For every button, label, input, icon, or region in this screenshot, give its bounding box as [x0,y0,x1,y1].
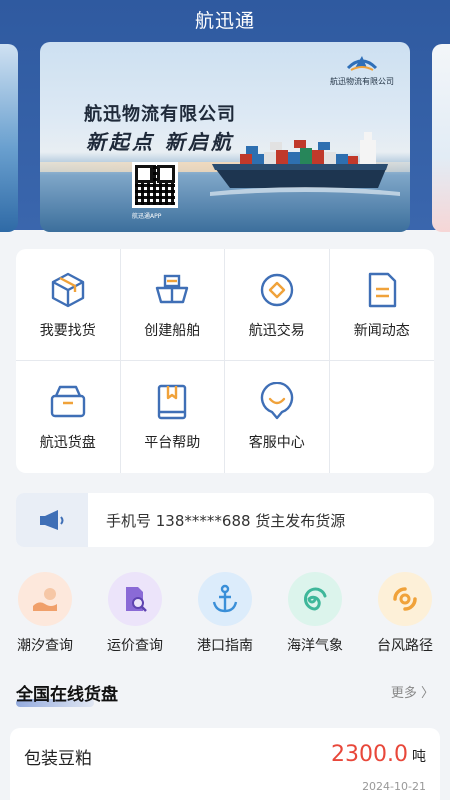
menu-label: 我要找货 [39,322,96,339]
menu-label: 创建船舶 [144,322,201,339]
cargo-date: 2024-10-21 [362,780,426,793]
menu-news[interactable]: 新闻动态 [329,249,434,361]
diamond-coin-icon [260,273,293,306]
quick-tide[interactable]: 潮汐查询 [0,572,90,655]
logo-sail-icon [346,56,378,71]
menu-label: 平台帮助 [144,435,201,451]
menu-help[interactable]: 平台帮助 [121,361,225,473]
cargo-name: 包装豆粕 [24,749,92,769]
quick-price[interactable]: 运价查询 [90,572,180,655]
carousel-next-banner[interactable] [432,44,450,232]
ship-icon [156,274,189,303]
section-header: 全国在线货盘 更多 〉 [16,678,434,708]
anchor-icon [198,572,252,626]
menu-customer-service[interactable]: 客服中心 [225,361,330,473]
menu-trade[interactable]: 航迅交易 [225,249,330,361]
notice-icon-box [16,493,88,547]
tide-icon [18,572,72,626]
cargo-price: 2300.0 吨 [331,742,426,767]
logo-company-name: 航迅物流有限公司 [330,77,394,86]
banner-carousel[interactable]: 航迅物流有限公司 航迅物流有限公司 新起点 新启航 航迅通APP [40,42,410,232]
menu-create-ship[interactable]: 创建船舶 [120,249,225,361]
cargo-ship-illustration [210,132,400,196]
qr-caption: 航迅通APP [132,213,162,220]
menu-label: 新闻动态 [353,322,410,339]
notice-text: 手机号 138*****688 货主发布货源 [106,511,346,530]
book-icon [158,384,187,420]
cargo-price-unit: 吨 [412,749,426,765]
quick-ocean-weather[interactable]: 海洋气象 [270,572,360,655]
tray-box-icon [50,385,85,418]
document-icon [368,272,396,307]
chevron-right-icon: 〉 [416,686,434,701]
cargo-price-value: 2300.0 [331,742,408,767]
app-title: 航迅通 [194,10,255,32]
qr-code [132,162,178,208]
wave-swirl-icon [288,572,342,626]
price-search-icon [108,572,162,626]
typhoon-icon [378,572,432,626]
quick-label: 运价查询 [107,638,163,654]
quick-label: 潮汐查询 [17,638,73,654]
quick-label: 海洋气象 [287,638,343,654]
quick-label: 港口指南 [197,638,253,654]
cube-icon [51,272,84,307]
company-logo: 航迅物流有限公司 [322,50,402,87]
carousel-prev-banner[interactable] [0,44,18,232]
feature-menu-card: 我要找货 创建船舶 航迅交易 新闻动态 航迅货盘 平台帮助 客服中心 [16,249,434,473]
megaphone-icon [40,510,64,530]
section-title: 全国在线货盘 [16,685,118,705]
quick-typhoon[interactable]: 台风路径 [360,572,450,655]
more-label: 更多 [390,686,417,701]
quick-links: 潮汐查询 运价查询 港口指南 海洋气象 台风路径 [0,572,450,662]
quick-label: 台风路径 [377,638,433,654]
menu-label: 航迅交易 [248,322,305,339]
cargo-list-item[interactable]: 包装豆粕 2300.0 吨 2024-10-21 [10,728,440,800]
menu-find-cargo[interactable]: 我要找货 [16,249,121,361]
quick-port-guide[interactable]: 港口指南 [180,572,270,655]
menu-label: 航迅货盘 [39,435,96,451]
menu-empty-cell [330,361,435,473]
more-link[interactable]: 更多 〉 [391,682,434,701]
notice-bar[interactable]: 手机号 138*****688 货主发布货源 [16,493,434,547]
menu-cargo-board[interactable]: 航迅货盘 [16,361,121,473]
menu-label: 客服中心 [248,435,305,451]
chat-smile-icon [260,382,293,420]
